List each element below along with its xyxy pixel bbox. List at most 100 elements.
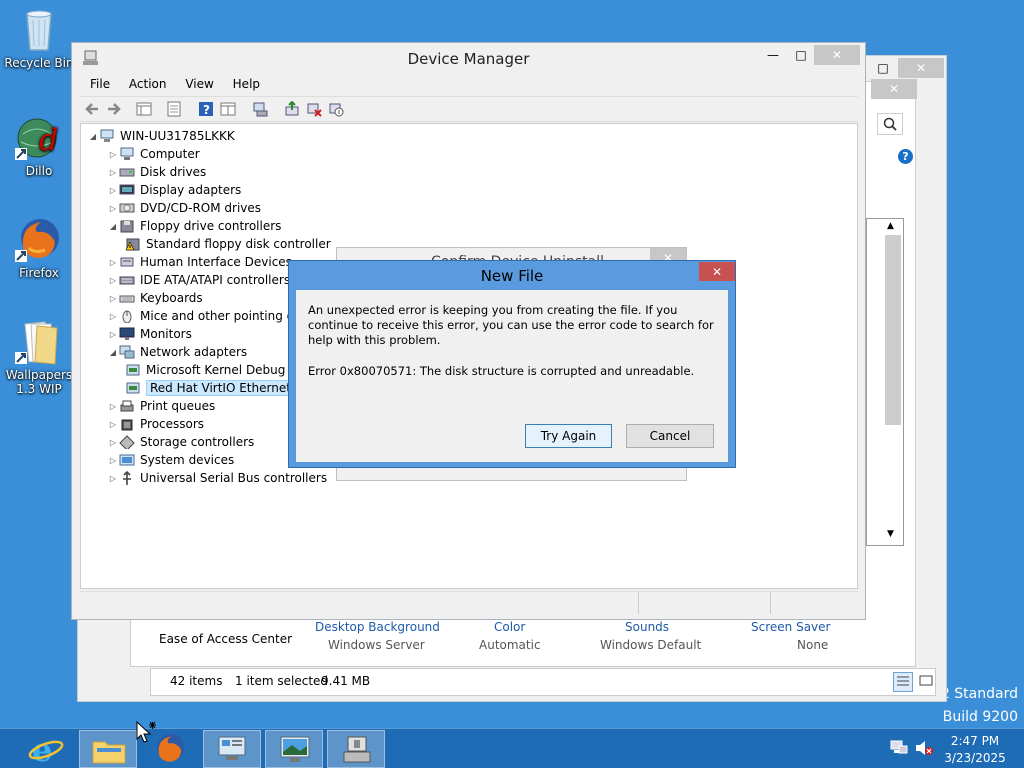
maximize-button[interactable]: □: [786, 45, 816, 65]
taskbar-file-explorer[interactable]: [79, 730, 137, 768]
new-file-close-button[interactable]: ✕: [699, 262, 735, 281]
value-color: Automatic: [479, 638, 541, 652]
tree-category[interactable]: ◢ Network adapters: [107, 343, 247, 361]
expand-arrow-icon[interactable]: ▷: [107, 312, 119, 321]
tiles-view-icon[interactable]: [917, 672, 935, 692]
tree-child-device[interactable]: Standard floppy disk controller: [125, 235, 331, 253]
server-manager-icon: [218, 736, 246, 760]
help-icon[interactable]: ?: [898, 149, 913, 164]
expand-arrow-icon[interactable]: ▷: [107, 186, 119, 195]
menu-action[interactable]: Action: [129, 77, 167, 91]
show-hide-console-tree-icon[interactable]: [136, 101, 152, 117]
expand-arrow-icon[interactable]: ▷: [107, 150, 119, 159]
new-file-title: New File: [480, 267, 544, 285]
tree-category[interactable]: ▷ Monitors: [107, 325, 192, 343]
taskbar-device-manager[interactable]: [327, 730, 385, 768]
expand-arrow-icon[interactable]: ▷: [107, 294, 119, 303]
search-box[interactable]: [877, 113, 903, 135]
expand-arrow-icon[interactable]: ▷: [107, 276, 119, 285]
expand-arrow-icon[interactable]: ▷: [107, 420, 119, 429]
dvd-drive-icon: [119, 203, 135, 213]
search-icon: [883, 117, 897, 131]
background-restore-button[interactable]: □: [868, 58, 898, 78]
tree-category[interactable]: ▷ Processors: [107, 415, 204, 433]
scroll-up-arrow[interactable]: ▲: [887, 221, 894, 231]
expand-arrow-icon[interactable]: ▷: [107, 456, 119, 465]
tree-item-label: Disk drives: [140, 165, 207, 179]
properties-icon[interactable]: [166, 101, 182, 117]
back-arrow-icon[interactable]: [84, 101, 100, 117]
menu-view[interactable]: View: [185, 77, 213, 91]
update-driver-icon[interactable]: [284, 101, 300, 117]
menu-file[interactable]: File: [90, 77, 110, 91]
tree-child-device[interactable]: Microsoft Kernel Debug: [125, 361, 285, 379]
scroll-down-arrow[interactable]: ▼: [887, 529, 894, 539]
uninstall-device-icon[interactable]: [306, 101, 322, 117]
ide-controller-icon: [119, 276, 135, 285]
collapse-arrow-icon[interactable]: ◢: [107, 222, 119, 231]
value-desktop-background: Windows Server: [328, 638, 425, 652]
desktop-icon-recycle-bin[interactable]: Recycle Bin: [2, 6, 76, 70]
device-manager-titlebar[interactable]: Device Manager — □ ✕: [72, 43, 865, 73]
link-screen-saver[interactable]: Screen Saver: [751, 620, 830, 634]
link-ease-of-access-center[interactable]: Ease of Access Center: [159, 632, 292, 646]
taskbar-personalization[interactable]: [265, 730, 323, 768]
clock-date[interactable]: 3/23/2025: [940, 751, 1010, 765]
tree-category[interactable]: ▷ Mice and other pointing de: [107, 307, 302, 325]
internet-explorer-icon: e: [28, 731, 64, 767]
expand-arrow-icon[interactable]: ▷: [107, 168, 119, 177]
volume-muted-icon[interactable]: [914, 740, 934, 756]
link-sounds[interactable]: Sounds: [625, 620, 669, 634]
desktop-icon-firefox[interactable]: Firefox: [2, 216, 76, 280]
tree-category[interactable]: ▷ Universal Serial Bus controllers: [107, 469, 327, 487]
desktop-icon-dillo[interactable]: d Dillo: [2, 114, 76, 178]
background-close-button[interactable]: ✕: [898, 58, 944, 78]
collapse-arrow-icon[interactable]: ◢: [87, 132, 99, 141]
tree-category[interactable]: ▷ IDE ATA/ATAPI controllers: [107, 271, 290, 289]
inner-close-button[interactable]: ✕: [871, 79, 917, 99]
expand-arrow-icon[interactable]: ▷: [107, 330, 119, 339]
tree-category[interactable]: ▷ Keyboards: [107, 289, 203, 307]
scrollbar-thumb[interactable]: [885, 235, 901, 425]
try-again-button[interactable]: Try Again: [525, 424, 612, 448]
network-tray-icon[interactable]: [890, 740, 908, 756]
minimize-button[interactable]: —: [758, 45, 788, 65]
forward-arrow-icon[interactable]: [106, 101, 122, 117]
tree-category[interactable]: ▷ System devices: [107, 451, 234, 469]
tree-category[interactable]: ▷ Storage controllers: [107, 433, 254, 451]
help-toolbar-icon[interactable]: ?: [198, 101, 214, 117]
view-details-icon[interactable]: [220, 101, 236, 117]
expand-arrow-icon[interactable]: ▷: [107, 402, 119, 411]
desktop-icon-wallpapers[interactable]: Wallpapers 1.3 WIP: [2, 318, 76, 396]
link-color[interactable]: Color: [494, 620, 525, 634]
tree-item-label: Floppy drive controllers: [140, 219, 282, 233]
collapse-arrow-icon[interactable]: ◢: [107, 348, 119, 357]
tree-category[interactable]: ▷ Display adapters: [107, 181, 241, 199]
folder-icon: [15, 318, 63, 366]
disable-device-icon[interactable]: [328, 101, 344, 117]
tree-child-device[interactable]: Red Hat VirtIO Ethernet: [125, 379, 295, 397]
expand-arrow-icon[interactable]: ▷: [107, 438, 119, 447]
tree-category[interactable]: ▷ Disk drives: [107, 163, 206, 181]
tree-item-label: Processors: [140, 417, 205, 431]
tree-root[interactable]: ◢ WIN-UU31785LKKK: [87, 127, 235, 145]
taskbar-internet-explorer[interactable]: e: [16, 730, 74, 768]
expand-arrow-icon[interactable]: ▷: [107, 204, 119, 213]
scan-hardware-icon[interactable]: [252, 101, 268, 117]
clock-time[interactable]: 2:47 PM: [940, 734, 1010, 748]
taskbar-server-manager[interactable]: [203, 730, 261, 768]
cancel-button[interactable]: Cancel: [626, 424, 714, 448]
details-view-icon[interactable]: [893, 672, 913, 692]
tree-category[interactable]: ▷ Human Interface Devices: [107, 253, 292, 271]
new-file-dialog[interactable]: New File ✕ An unexpected error is keepin…: [288, 260, 736, 468]
tree-category[interactable]: ◢ Floppy drive controllers: [107, 217, 282, 235]
close-button[interactable]: ✕: [814, 45, 860, 65]
menu-help[interactable]: Help: [233, 77, 260, 91]
tree-category[interactable]: ▷ Print queues: [107, 397, 215, 415]
tree-category[interactable]: ▷ Computer: [107, 145, 200, 163]
keyboard-icon: [119, 295, 135, 303]
expand-arrow-icon[interactable]: ▷: [107, 258, 119, 267]
tree-category[interactable]: ▷ DVD/CD-ROM drives: [107, 199, 261, 217]
expand-arrow-icon[interactable]: ▷: [107, 474, 119, 483]
link-desktop-background[interactable]: Desktop Background: [315, 620, 440, 634]
